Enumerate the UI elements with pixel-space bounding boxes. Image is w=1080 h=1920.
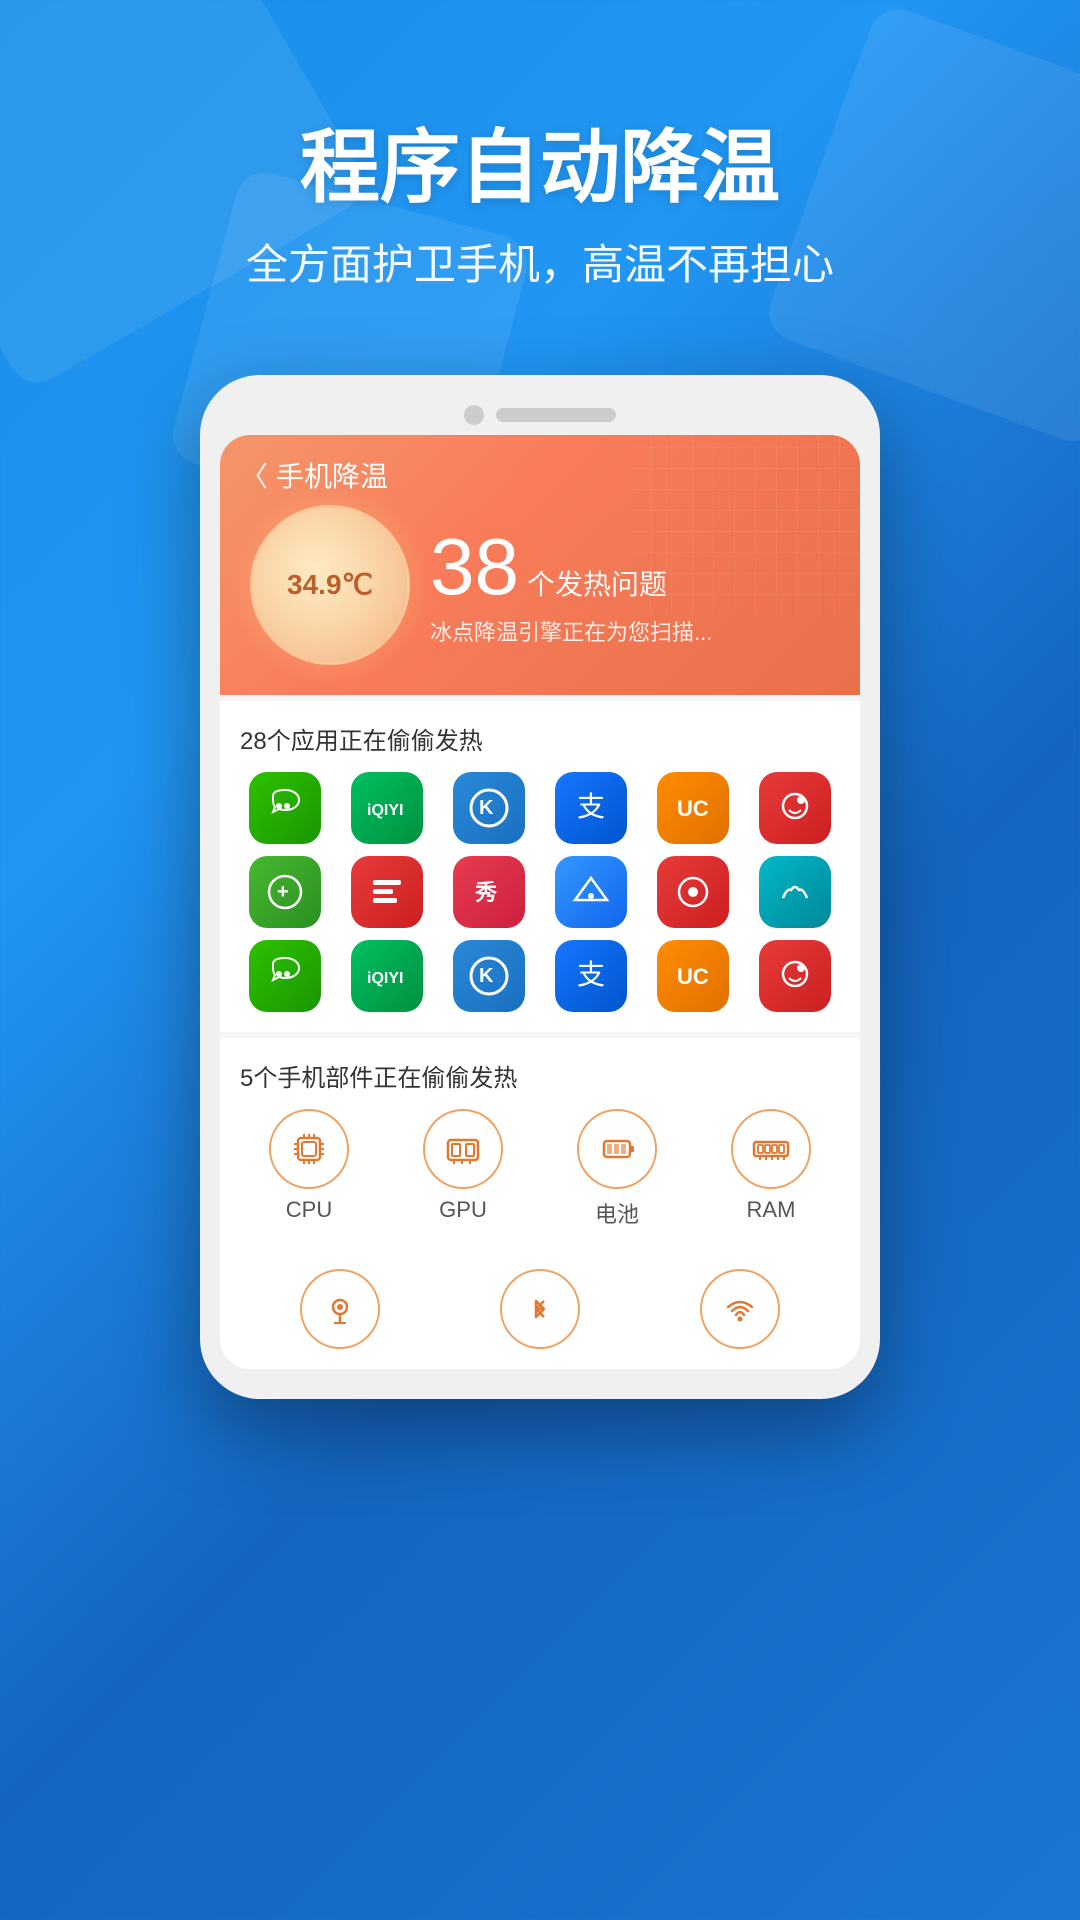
temp-display: 34.9℃ xyxy=(250,505,410,665)
app-alipay-1[interactable]: 支 xyxy=(555,772,627,844)
apps-section-title: 28个应用正在偷偷发热 xyxy=(240,721,840,756)
bluetooth-icon xyxy=(500,1269,580,1349)
page-subtitle: 全方面护卫手机，高温不再担心 xyxy=(60,236,1020,295)
bottom-item-wifi xyxy=(640,1269,840,1349)
ram-label: RAM xyxy=(747,1197,796,1223)
app-iqiyi-2[interactable]: iQIYI xyxy=(351,940,423,1012)
temperature-circle: 34.9℃ xyxy=(250,505,410,665)
app-netease[interactable] xyxy=(657,856,729,928)
app-iqiyi-1[interactable]: iQIYI xyxy=(351,772,423,844)
heat-count-row: 38 个发热问题 xyxy=(430,527,830,607)
heat-label: 个发热问题 xyxy=(527,563,667,603)
app-wechat-1[interactable] xyxy=(249,772,321,844)
app-uc-1[interactable]: UC xyxy=(657,772,729,844)
svg-text:K: K xyxy=(479,965,494,987)
svg-text:秀: 秀 xyxy=(474,880,497,905)
app-weibo-1[interactable] xyxy=(759,772,831,844)
ram-icon xyxy=(731,1109,811,1189)
hw-item-cpu: CPU xyxy=(240,1109,378,1229)
svg-text:支: 支 xyxy=(577,791,605,822)
gpu-icon xyxy=(423,1109,503,1189)
svg-text:UC: UC xyxy=(677,796,709,821)
svg-text:支: 支 xyxy=(577,959,605,990)
app-weibo-2[interactable] xyxy=(759,940,831,1012)
app-gaode[interactable] xyxy=(555,856,627,928)
app-grid-row3: iQIYI K 支 UC xyxy=(240,940,840,1012)
svg-text:iQIYI: iQIYI xyxy=(367,802,403,819)
cpu-label: CPU xyxy=(286,1197,332,1223)
app-game[interactable]: + xyxy=(249,856,321,928)
location-icon xyxy=(300,1269,380,1349)
app-grid-row1: iQIYI K 支 UC xyxy=(240,772,840,844)
apps-section: 28个应用正在偷偷发热 iQIYI K 支 xyxy=(220,701,860,1032)
phone-camera xyxy=(464,405,484,425)
app-camel[interactable] xyxy=(759,856,831,928)
svg-text:iQIYI: iQIYI xyxy=(367,970,403,987)
bottom-item-bluetooth xyxy=(440,1269,640,1349)
hw-item-gpu: GPU xyxy=(394,1109,532,1229)
app-uc-2[interactable]: UC xyxy=(657,940,729,1012)
battery-label: 电池 xyxy=(595,1197,639,1229)
heat-banner: 〈 手机降温 34.9℃ 38 个发热问题 冰点降温引擎正在为您扫描... xyxy=(220,435,860,695)
phone-notch xyxy=(220,405,860,425)
heat-description: 冰点降温引擎正在为您扫描... xyxy=(430,615,830,647)
app-screen: 〈 手机降温 34.9℃ 38 个发热问题 冰点降温引擎正在为您扫描... xyxy=(220,435,860,1369)
phone-container: 〈 手机降温 34.9℃ 38 个发热问题 冰点降温引擎正在为您扫描... xyxy=(0,355,1080,1459)
svg-text:K: K xyxy=(479,797,494,819)
gpu-label: GPU xyxy=(439,1197,487,1223)
app-toutiao[interactable] xyxy=(351,856,423,928)
bottom-icons-row xyxy=(220,1249,860,1369)
hw-item-ram: RAM xyxy=(702,1109,840,1229)
app-wechat-2[interactable] xyxy=(249,940,321,1012)
hw-item-battery: 电池 xyxy=(548,1109,686,1229)
page-title: 程序自动降温 xyxy=(60,120,1020,216)
phone-mockup: 〈 手机降温 34.9℃ 38 个发热问题 冰点降温引擎正在为您扫描... xyxy=(200,375,880,1399)
app-grid-row2: + 秀 xyxy=(240,856,840,928)
cpu-icon xyxy=(269,1109,349,1189)
back-arrow[interactable]: 〈 xyxy=(240,455,268,495)
phone-speaker xyxy=(496,408,616,422)
app-xiuxiu[interactable]: 秀 xyxy=(453,856,525,928)
svg-text:UC: UC xyxy=(677,964,709,989)
heat-info: 38 个发热问题 冰点降温引擎正在为您扫描... xyxy=(430,527,830,647)
battery-icon xyxy=(577,1109,657,1189)
hardware-section: 5个手机部件正在偷偷发热 xyxy=(220,1038,860,1249)
svg-text:+: + xyxy=(277,881,289,903)
header: 程序自动降温 全方面护卫手机，高温不再担心 xyxy=(0,0,1080,355)
app-kugou-1[interactable]: K xyxy=(453,772,525,844)
app-kugou-2[interactable]: K xyxy=(453,940,525,1012)
heat-count: 38 xyxy=(430,527,519,607)
bottom-item-location xyxy=(240,1269,440,1349)
wifi-icon xyxy=(700,1269,780,1349)
hardware-section-title: 5个手机部件正在偷偷发热 xyxy=(240,1058,840,1093)
hardware-grid: CPU GPU xyxy=(240,1109,840,1229)
temperature-value: 34.9℃ xyxy=(287,568,373,601)
app-alipay-2[interactable]: 支 xyxy=(555,940,627,1012)
